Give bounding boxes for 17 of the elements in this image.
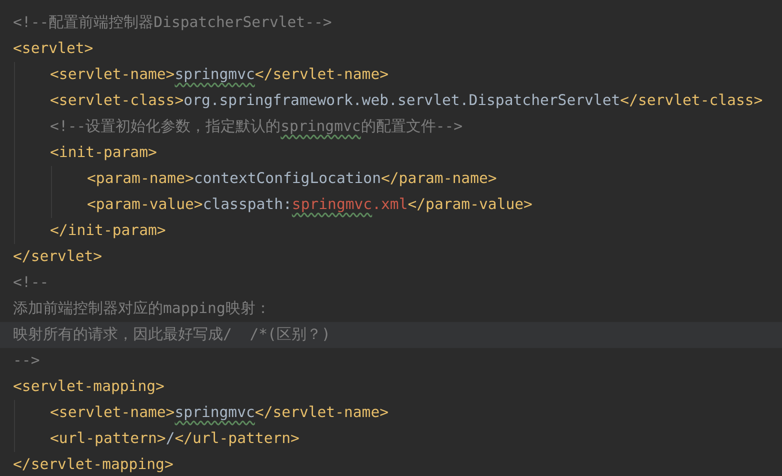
code-line: </servlet> [13,247,104,267]
code-line: </init-param> [50,221,167,241]
code-line: <servlet-name>springmvc</servlet-name> [50,65,390,85]
code-line: <!-- [13,273,50,293]
code-line: <init-param> [50,143,158,163]
code-line: <!--设置初始化参数，指定默认的springmvc的配置文件--> [50,117,464,137]
code-line: --> [13,351,41,371]
code-line: <url-pattern>/</url-pattern> [50,429,300,449]
code-line: <param-value>classpath:springmvc.xml</param-value> [87,195,534,215]
code-line: </servlet-mapping> [13,455,174,475]
code-line: <servlet-mapping> [13,377,166,397]
code-line: <servlet> [13,39,94,59]
code-line: 添加前端控制器对应的mapping映射： [13,299,272,319]
code-line: <param-name>contextConfigLocation</param-name> [87,169,498,189]
code-line: <!--配置前端控制器DispatcherServlet--> [13,13,333,33]
code-line: <servlet-class>org.springframework.web.servlet.DispatcherServlet</servlet-class> [50,91,764,111]
code-line: <servlet-name>springmvc</servlet-name> [50,403,390,423]
